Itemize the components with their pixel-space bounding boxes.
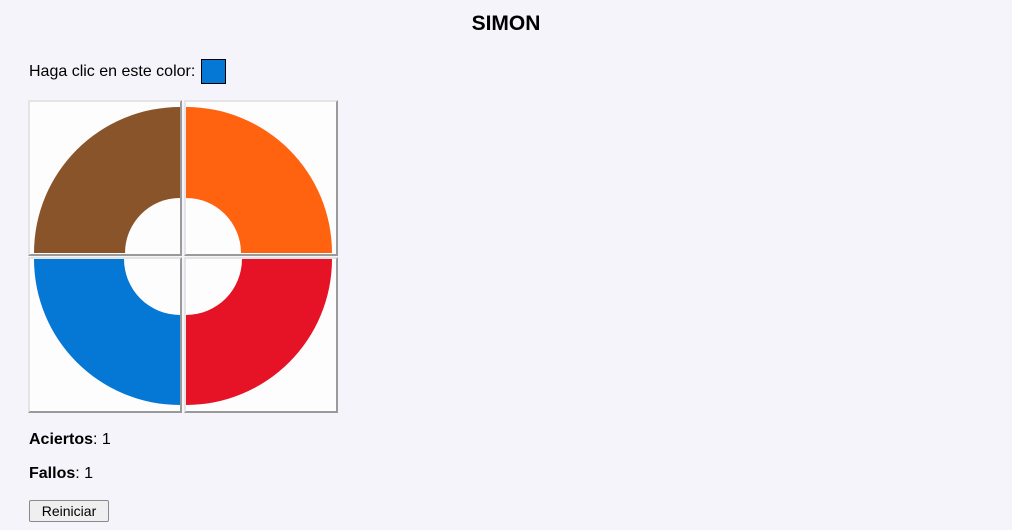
quadrant-top-left-shape [34, 107, 180, 253]
restart-button[interactable]: Reiniciar [29, 500, 109, 522]
quadrant-top-right-shape [186, 107, 332, 253]
quadrant-top-left-button[interactable] [28, 100, 182, 256]
hits-score: Aciertos: 1 [29, 431, 111, 449]
hits-value: : 1 [93, 431, 111, 448]
quadrant-top-right-button[interactable] [184, 100, 338, 256]
misses-value: : 1 [75, 465, 94, 482]
misses-score: Fallos: 1 [29, 465, 93, 483]
misses-label: Fallos [29, 465, 76, 482]
simon-board [28, 100, 340, 414]
game-title: SIMON [471, 12, 541, 35]
hits-label: Aciertos [29, 431, 94, 448]
quadrant-bottom-left-button[interactable] [28, 257, 182, 413]
quadrant-bottom-left-shape [34, 259, 180, 405]
quadrant-bottom-right-shape [186, 259, 332, 405]
target-color-swatch [201, 59, 227, 84]
prompt-label: Haga clic en este color: [29, 62, 196, 80]
color-prompt: Haga clic en este color: [29, 59, 227, 84]
quadrant-bottom-right-button[interactable] [184, 257, 338, 413]
